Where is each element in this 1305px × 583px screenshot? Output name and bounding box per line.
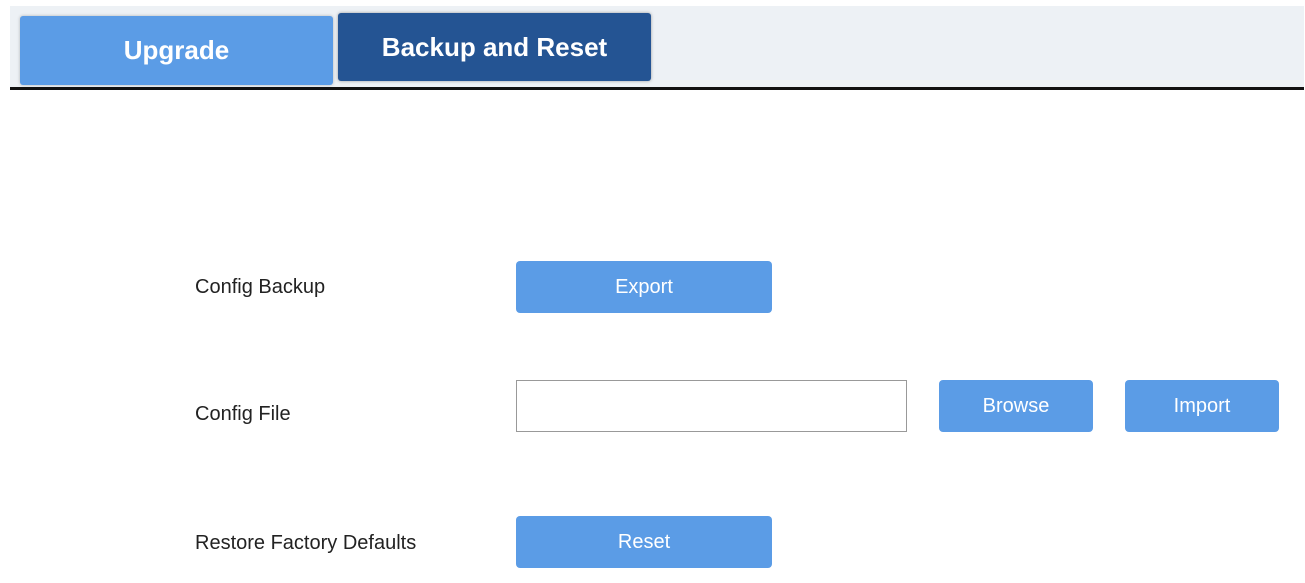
reset-button-label: Reset	[617, 530, 671, 553]
export-button-label: Export	[615, 275, 673, 298]
import-button-label: Import	[1173, 394, 1231, 417]
import-button[interactable]: Import	[1125, 380, 1279, 432]
tab-upgrade-label: Upgrade	[123, 35, 230, 65]
tab-backup-and-reset-label: Backup and Reset	[381, 31, 608, 62]
tab-upgrade[interactable]: Upgrade	[20, 16, 333, 85]
tab-divider	[10, 87, 1304, 90]
browse-button-label: Browse	[982, 394, 1050, 417]
export-button[interactable]: Export	[516, 261, 772, 313]
tab-backup-and-reset[interactable]: Backup and Reset	[338, 13, 651, 81]
browse-button[interactable]: Browse	[939, 380, 1093, 432]
backup-reset-page: Upgrade Backup and Reset Config Backup E…	[0, 0, 1305, 583]
restore-factory-defaults-label: Restore Factory Defaults	[195, 532, 417, 554]
config-file-input[interactable]	[516, 380, 907, 432]
config-backup-label: Config Backup	[195, 276, 326, 298]
config-file-label: Config File	[195, 403, 291, 425]
reset-button[interactable]: Reset	[516, 516, 772, 568]
